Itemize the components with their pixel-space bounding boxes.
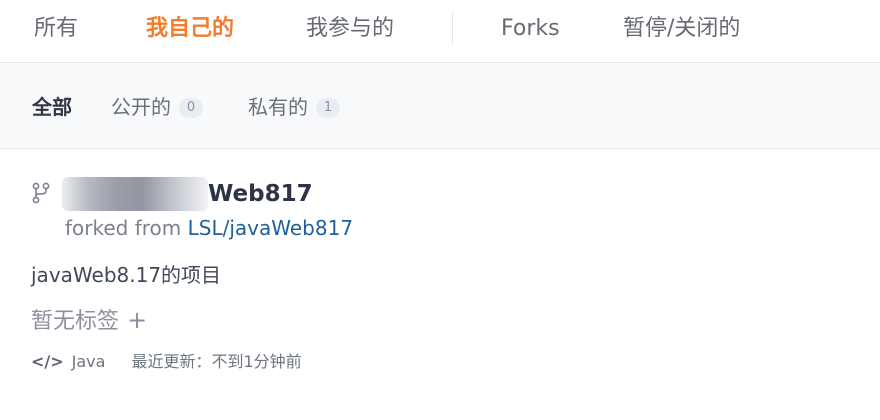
tab-divider xyxy=(452,12,453,46)
filter-public[interactable]: 公开的 0 xyxy=(111,93,203,121)
repo-name-text: Web817 xyxy=(208,181,313,207)
repo-description: javaWeb8.17的项目 xyxy=(31,263,222,287)
public-count-badge: 0 xyxy=(179,98,203,118)
repo-name-link[interactable]: Web817 xyxy=(62,177,313,211)
forked-from-prefix: forked from xyxy=(65,216,182,240)
visibility-filter-bar: 全部 公开的 0 私有的 1 xyxy=(0,63,880,149)
tab-paused-closed[interactable]: 暂停/关闭的 xyxy=(623,14,740,44)
tab-participated[interactable]: 我参与的 xyxy=(306,14,394,44)
no-tags-text: 暂无标签 xyxy=(31,309,120,334)
repo-meta: </> Java 最近更新：不到1分钟前 xyxy=(31,350,302,374)
project-scope-tabs: 所有 我自己的 我参与的 Forks 暂停/关闭的 xyxy=(0,0,880,63)
forked-from-line: forked from LSL/javaWeb817 xyxy=(65,215,353,241)
repo-updated-time: 最近更新：不到1分钟前 xyxy=(131,352,302,371)
tab-mine[interactable]: 我自己的 xyxy=(146,14,234,44)
fork-icon xyxy=(32,182,50,204)
tab-forks[interactable]: Forks xyxy=(501,14,560,44)
filter-private[interactable]: 私有的 1 xyxy=(248,93,340,121)
repo-language[interactable]: Java xyxy=(72,352,106,371)
project-list-page: 所有 我自己的 我参与的 Forks 暂停/关闭的 全部 公开的 0 私有的 1 W… xyxy=(0,0,880,420)
code-icon: </> xyxy=(31,352,64,371)
repo-list-item: Web817 forked from LSL/javaWeb817 javaWe… xyxy=(0,149,880,399)
private-count-badge: 1 xyxy=(316,98,340,118)
redacted-name-blur xyxy=(62,177,208,211)
filter-all[interactable]: 全部 xyxy=(32,93,72,121)
forked-source-link[interactable]: LSL/javaWeb817 xyxy=(188,216,353,240)
filter-public-label: 公开的 xyxy=(111,95,171,119)
repo-tags: 暂无标签 + xyxy=(31,305,147,337)
tab-all[interactable]: 所有 xyxy=(34,14,78,44)
add-tag-button[interactable]: + xyxy=(127,305,147,335)
filter-private-label: 私有的 xyxy=(248,95,308,119)
